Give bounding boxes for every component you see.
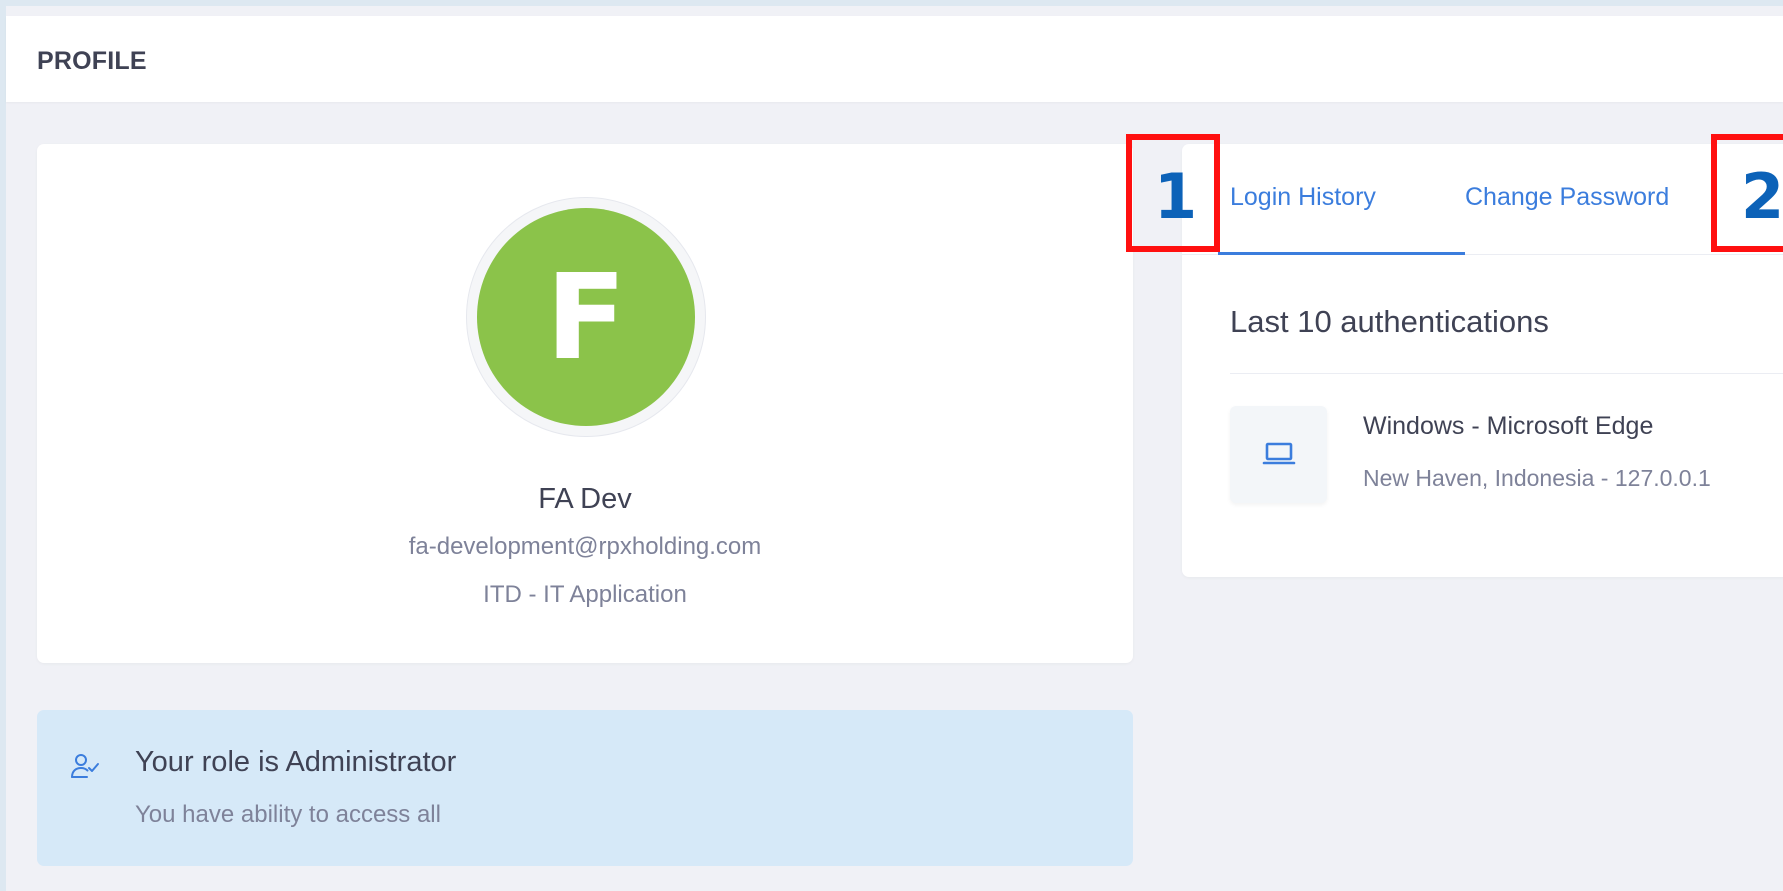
active-tab-indicator [1218, 252, 1465, 255]
annotation-label-1: 1 [1154, 160, 1198, 233]
session-device: Windows - Microsoft Edge [1363, 412, 1654, 440]
page-title: PROFILE [37, 47, 147, 75]
page-header: PROFILE [6, 16, 1783, 102]
section-divider [1230, 373, 1783, 374]
tabs-bar: Login History Change Password [1182, 144, 1783, 255]
annotation-label-2: 2 [1741, 160, 1783, 233]
role-card: Your role is Administrator You have abil… [37, 710, 1133, 866]
session-icon-box [1230, 406, 1327, 503]
avatar-ring: F [466, 197, 706, 437]
user-check-icon [71, 754, 99, 778]
user-department: ITD - IT Application [483, 581, 687, 608]
tab-login-history[interactable]: Login History [1230, 183, 1376, 212]
session-location: New Haven, Indonesia - 127.0.0.1 [1363, 465, 1711, 491]
user-email: fa-development@rpxholding.com [408, 533, 762, 560]
laptop-icon [1262, 442, 1296, 465]
avatar: F [477, 208, 695, 426]
user-name: FA Dev [538, 483, 632, 515]
role-description: You have ability to access all [135, 801, 441, 828]
tab-change-password[interactable]: Change Password [1465, 183, 1669, 212]
profile-card: F FA Dev fa-development@rpxholding.com I… [37, 144, 1133, 663]
login-history-card: Login History Change Password Last 10 au… [1182, 144, 1783, 577]
section-title: Last 10 authentications [1230, 304, 1549, 339]
role-title: Your role is Administrator [135, 746, 457, 778]
app-container: PROFILE F FA Dev fa-development@rpxholdi… [6, 6, 1783, 891]
